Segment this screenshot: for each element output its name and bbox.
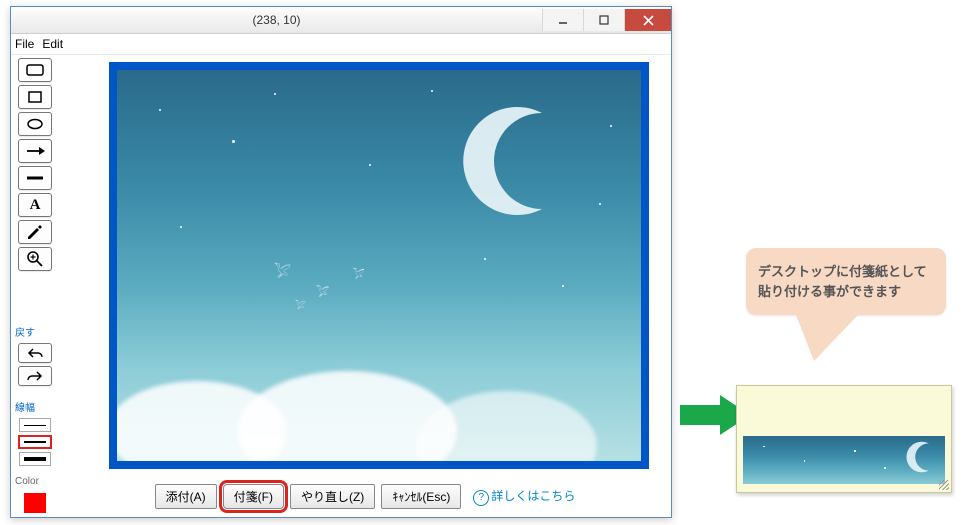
pencil-icon xyxy=(27,224,43,240)
titlebar[interactable]: (238, 10) xyxy=(11,7,671,34)
canvas-image[interactable]: 𓅯 𓅯 𓅯 𓅯 xyxy=(117,70,641,461)
color-section-label: Color xyxy=(15,476,55,487)
callout-box: デスクトップに付箋紙として 貼り付ける事ができます xyxy=(746,248,946,315)
color-swatch[interactable] xyxy=(24,493,46,513)
maximize-button[interactable] xyxy=(583,9,624,31)
minimize-button[interactable] xyxy=(542,9,583,31)
rectangle-icon xyxy=(26,64,44,76)
canvas-area: 𓅯 𓅯 𓅯 𓅯 添付(A) 付箋(F) やり直し(Z) ｷｬﾝｾﾙ(Esc) ?… xyxy=(59,54,671,517)
window-title: (238, 10) xyxy=(11,13,542,27)
redo-icon xyxy=(27,370,43,382)
undo-icon xyxy=(27,347,43,359)
cancel-button[interactable]: ｷｬﾝｾﾙ(Esc) xyxy=(381,484,461,509)
tool-zoom[interactable] xyxy=(18,247,52,271)
callout: デスクトップに付箋紙として 貼り付ける事ができます xyxy=(746,248,946,361)
tool-pencil[interactable] xyxy=(18,220,52,244)
linewidth-section-label: 線幅 xyxy=(15,399,55,414)
editor-window: (238, 10) File Edit xyxy=(10,6,672,518)
tool-line[interactable] xyxy=(18,166,52,190)
tool-text[interactable]: A xyxy=(18,193,52,217)
canvas-frame: 𓅯 𓅯 𓅯 𓅯 xyxy=(109,62,649,469)
resize-grip-icon[interactable] xyxy=(939,480,949,490)
menu-edit[interactable]: Edit xyxy=(42,37,63,51)
line-icon xyxy=(25,175,45,181)
help-link-text: 詳しくはこちら xyxy=(491,489,575,503)
moon-icon xyxy=(458,101,578,221)
tool-rectangle[interactable] xyxy=(18,58,52,82)
ellipse-icon xyxy=(26,118,44,130)
linewidth-medium[interactable] xyxy=(18,435,52,449)
menu-file[interactable]: File xyxy=(15,37,34,51)
help-link[interactable]: ?詳しくはこちら xyxy=(473,487,575,506)
text-icon: A xyxy=(30,197,41,214)
square-icon xyxy=(28,91,42,103)
menubar: File Edit xyxy=(11,34,671,55)
tool-square[interactable] xyxy=(18,85,52,109)
attach-button[interactable]: 添付(A) xyxy=(155,484,217,509)
redo-button[interactable] xyxy=(18,366,52,386)
sticky-note-image xyxy=(743,436,945,484)
callout-line2: 貼り付ける事ができます xyxy=(758,282,934,302)
sticky-note[interactable] xyxy=(736,385,952,493)
undo-button[interactable] xyxy=(18,343,52,363)
callout-tail xyxy=(796,315,858,361)
callout-line1: デスクトップに付箋紙として xyxy=(758,262,934,282)
magnifier-icon xyxy=(27,251,43,267)
linewidth-thick[interactable] xyxy=(19,452,51,466)
tool-ellipse[interactable] xyxy=(18,112,52,136)
left-toolbar: A 戻す 線幅 Color xyxy=(11,54,59,517)
linewidth-thin[interactable] xyxy=(19,418,51,432)
undo-section-label: 戻す xyxy=(15,324,55,339)
bottom-toolbar: 添付(A) 付箋(F) やり直し(Z) ｷｬﾝｾﾙ(Esc) ?詳しくはこちら xyxy=(59,481,671,511)
linewidth-options xyxy=(15,418,55,466)
help-icon: ? xyxy=(473,490,489,506)
window-controls xyxy=(542,9,671,31)
content-area: A 戻す 線幅 Color xyxy=(11,54,671,517)
sticky-button[interactable]: 付箋(F) xyxy=(223,484,284,509)
tool-arrow[interactable] xyxy=(18,139,52,163)
close-button[interactable] xyxy=(624,9,671,31)
undo2-button[interactable]: やり直し(Z) xyxy=(290,484,375,509)
arrow-icon xyxy=(25,146,45,156)
